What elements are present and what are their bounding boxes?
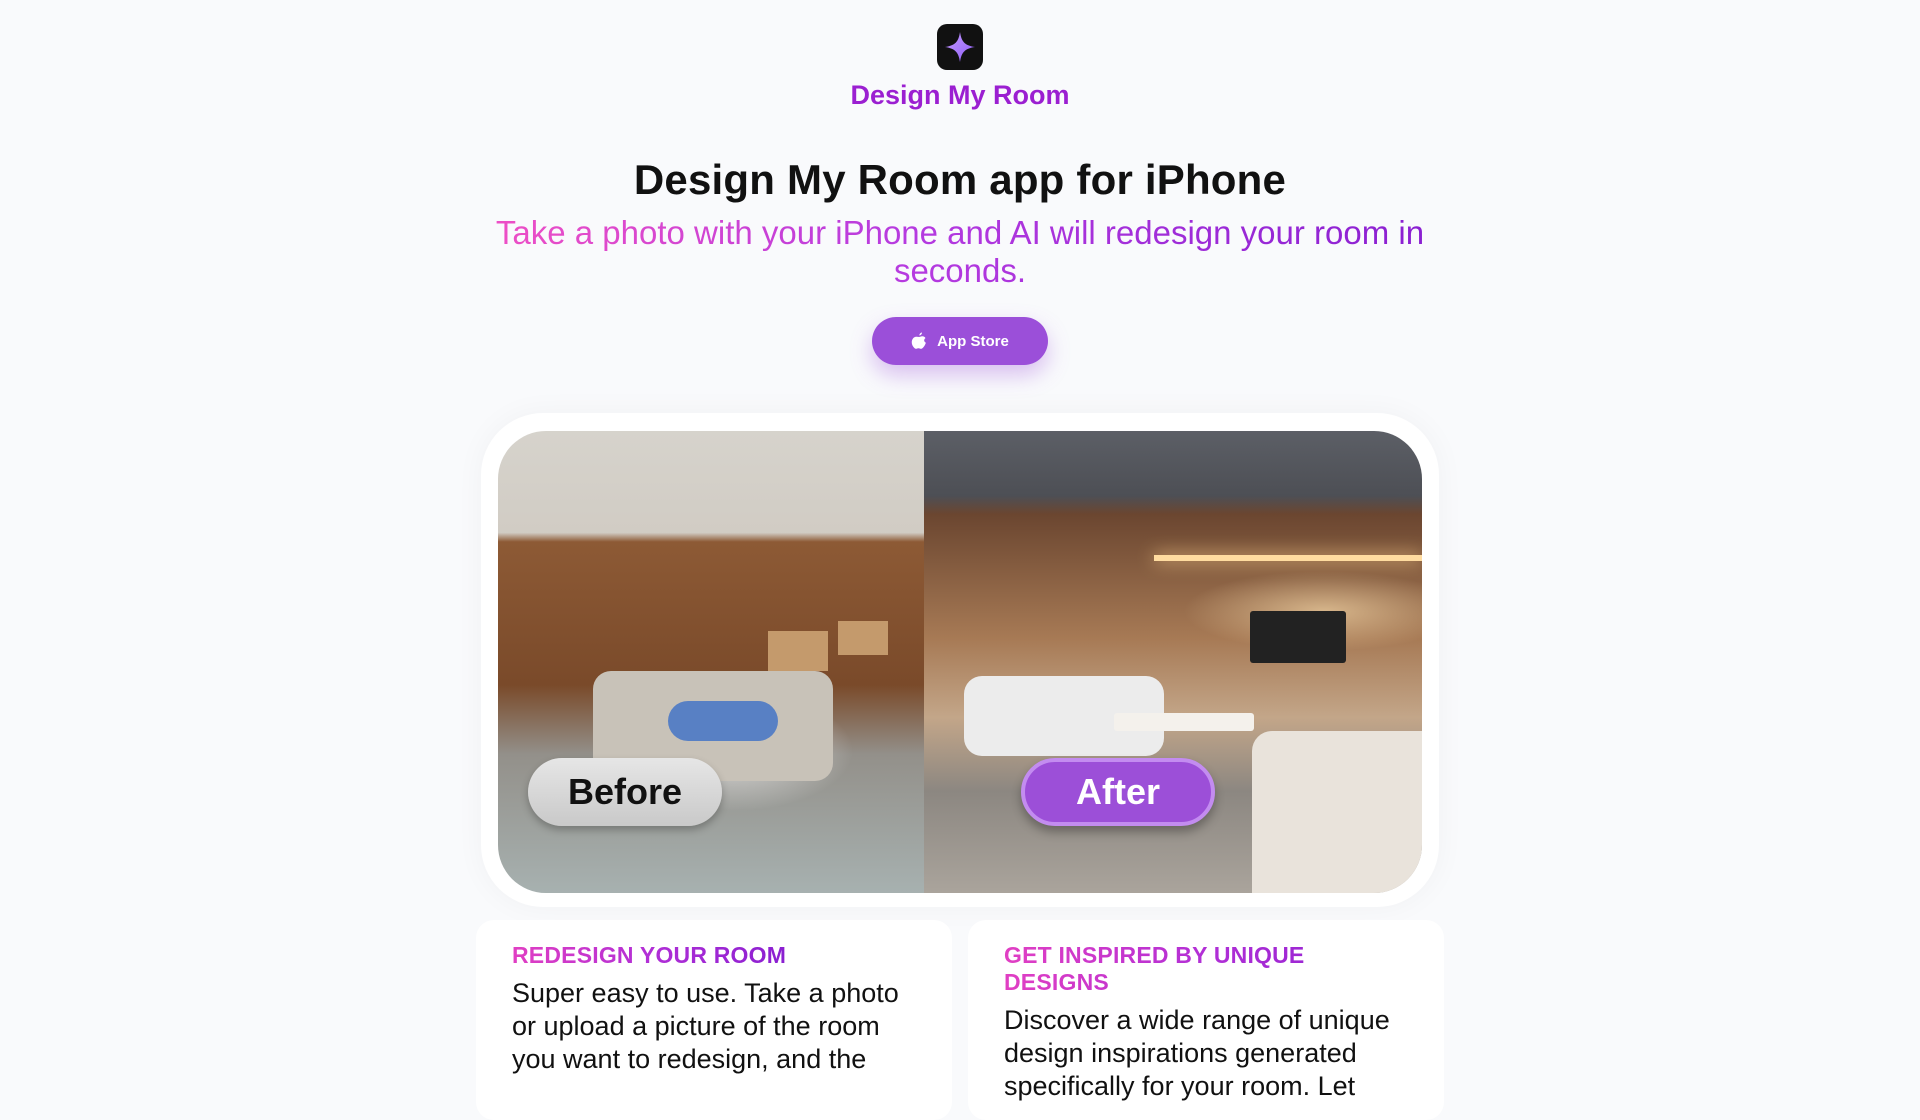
coffee-table <box>1114 713 1254 731</box>
feature-card-inspire: GET INSPIRED BY UNIQUE DESIGNS Discover … <box>968 920 1444 1120</box>
app-store-button[interactable]: App Store <box>872 317 1048 365</box>
feature-title: REDESIGN YOUR ROOM <box>512 942 787 968</box>
sparkle-icon <box>945 32 975 62</box>
before-badge: Before <box>528 758 722 826</box>
lit-shelf <box>1154 555 1422 561</box>
feature-body: Super easy to use. Take a photo or uploa… <box>512 978 899 1074</box>
clutter <box>668 701 778 741</box>
television <box>1250 611 1346 663</box>
cardboard-box <box>768 631 828 671</box>
hero-section: Design My Room app for iPhone Take a pho… <box>0 156 1920 290</box>
feature-title: GET INSPIRED BY UNIQUE DESIGNS <box>1004 942 1408 996</box>
hero-tagline: Take a photo with your iPhone and AI wil… <box>490 214 1430 290</box>
sectional-sofa <box>1252 731 1422 893</box>
after-badge: After <box>1021 758 1215 826</box>
cardboard-box <box>838 621 888 655</box>
app-store-label: App Store <box>937 332 1009 350</box>
app-logo[interactable] <box>937 24 983 70</box>
site-header: Design My Room <box>0 24 1920 111</box>
feature-card-redesign: REDESIGN YOUR ROOM Super easy to use. Ta… <box>476 920 952 1120</box>
brand-name[interactable]: Design My Room <box>0 80 1920 111</box>
feature-body: Discover a wide range of unique design i… <box>1004 1005 1390 1101</box>
apple-icon <box>911 332 927 349</box>
page-title: Design My Room app for iPhone <box>633 156 1287 203</box>
